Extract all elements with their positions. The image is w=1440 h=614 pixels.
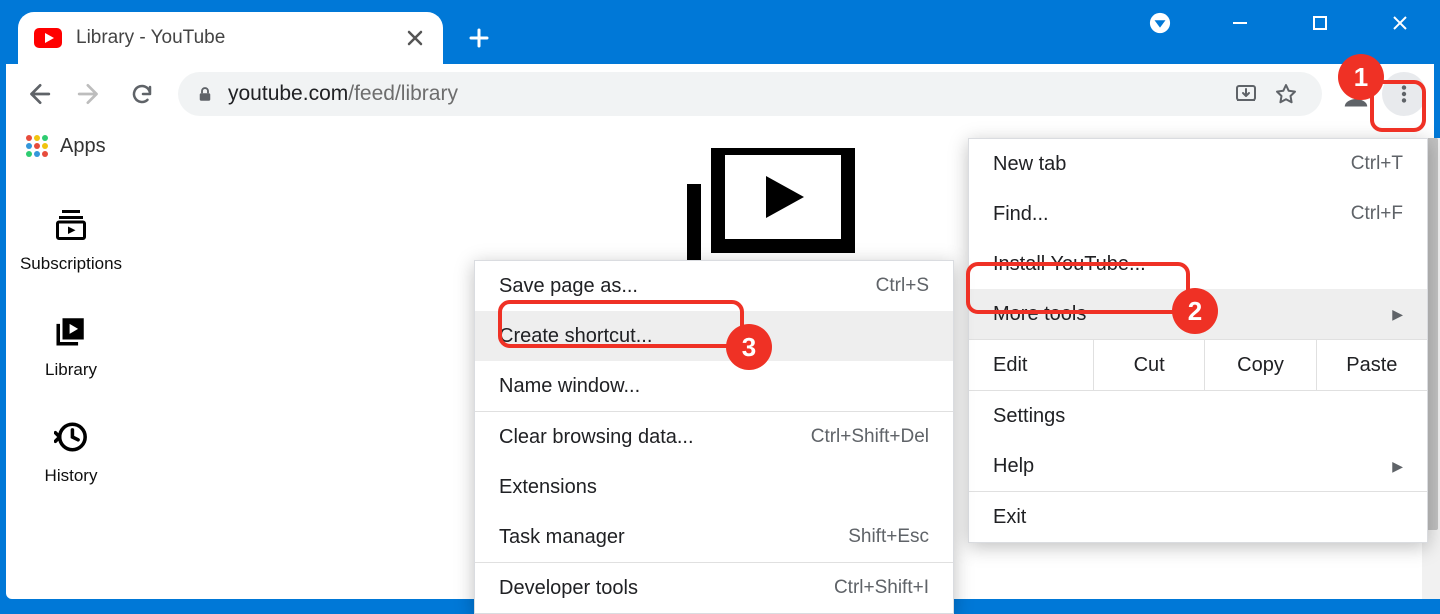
submenu-item-clear-data[interactable]: Clear browsing data... Ctrl+Shift+Del — [475, 412, 953, 462]
youtube-sidebar: Subscriptions Library History — [6, 168, 136, 599]
forward-button[interactable] — [66, 70, 114, 118]
menu-item-edit: Edit Cut Copy Paste — [969, 340, 1427, 390]
dropdown-icon[interactable] — [1120, 0, 1200, 46]
menu-item-settings[interactable]: Settings — [969, 391, 1427, 441]
close-tab-icon[interactable] — [403, 26, 427, 50]
browser-toolbar: youtube.com /feed/library — [6, 64, 1434, 124]
sidebar-item-library[interactable]: Library — [45, 310, 97, 380]
chrome-main-menu: New tab Ctrl+T Find... Ctrl+F Install Yo… — [968, 138, 1428, 543]
window-controls — [1120, 0, 1440, 46]
window-titlebar: Library - YouTube — [0, 0, 1440, 64]
menu-edit-copy[interactable]: Copy — [1204, 340, 1315, 390]
sidebar-item-subscriptions[interactable]: Subscriptions — [20, 204, 122, 274]
maximize-button[interactable] — [1280, 0, 1360, 46]
lock-icon — [196, 85, 214, 103]
sidebar-label: History — [45, 466, 98, 486]
library-icon — [50, 310, 92, 352]
submenu-item-developer-tools[interactable]: Developer tools Ctrl+Shift+I — [475, 563, 953, 613]
apps-icon[interactable] — [26, 135, 48, 157]
submenu-item-task-manager[interactable]: Task manager Shift+Esc — [475, 512, 953, 562]
subscriptions-icon — [50, 204, 92, 246]
menu-item-new-tab[interactable]: New tab Ctrl+T — [969, 139, 1427, 189]
submenu-item-extensions[interactable]: Extensions — [475, 462, 953, 512]
submenu-item-save-page[interactable]: Save page as... Ctrl+S — [475, 261, 953, 311]
new-tab-button[interactable] — [461, 20, 497, 56]
install-pwa-icon[interactable] — [1228, 76, 1264, 112]
more-tools-submenu: Save page as... Ctrl+S Create shortcut..… — [474, 260, 954, 614]
menu-item-help[interactable]: Help ▶ — [969, 441, 1427, 491]
browser-tab[interactable]: Library - YouTube — [18, 12, 443, 64]
chevron-right-icon: ▶ — [1392, 306, 1403, 323]
reload-button[interactable] — [118, 70, 166, 118]
menu-edit-paste[interactable]: Paste — [1316, 340, 1427, 390]
url-host: youtube.com — [228, 82, 348, 106]
url-path: /feed/library — [348, 82, 458, 106]
apps-label[interactable]: Apps — [60, 135, 106, 158]
back-button[interactable] — [14, 70, 62, 118]
minimize-button[interactable] — [1200, 0, 1280, 46]
sidebar-label: Library — [45, 360, 97, 380]
chevron-right-icon: ▶ — [1392, 458, 1403, 475]
sidebar-label: Subscriptions — [20, 254, 122, 274]
address-bar[interactable]: youtube.com /feed/library — [178, 72, 1322, 116]
menu-item-install-youtube[interactable]: Install YouTube... — [969, 239, 1427, 289]
close-button[interactable] — [1360, 0, 1440, 46]
youtube-icon — [34, 28, 62, 48]
profile-button[interactable] — [1334, 72, 1378, 116]
submenu-item-name-window[interactable]: Name window... — [475, 361, 953, 411]
tab-title: Library - YouTube — [76, 27, 225, 49]
submenu-item-create-shortcut[interactable]: Create shortcut... — [475, 311, 953, 361]
sidebar-item-history[interactable]: History — [45, 416, 98, 486]
menu-item-exit[interactable]: Exit — [969, 492, 1427, 542]
menu-edit-cut[interactable]: Cut — [1093, 340, 1204, 390]
bookmark-star-icon[interactable] — [1268, 76, 1304, 112]
menu-item-find[interactable]: Find... Ctrl+F — [969, 189, 1427, 239]
menu-item-more-tools[interactable]: More tools ▶ — [969, 289, 1427, 339]
chrome-menu-button[interactable] — [1382, 72, 1426, 116]
history-icon — [50, 416, 92, 458]
